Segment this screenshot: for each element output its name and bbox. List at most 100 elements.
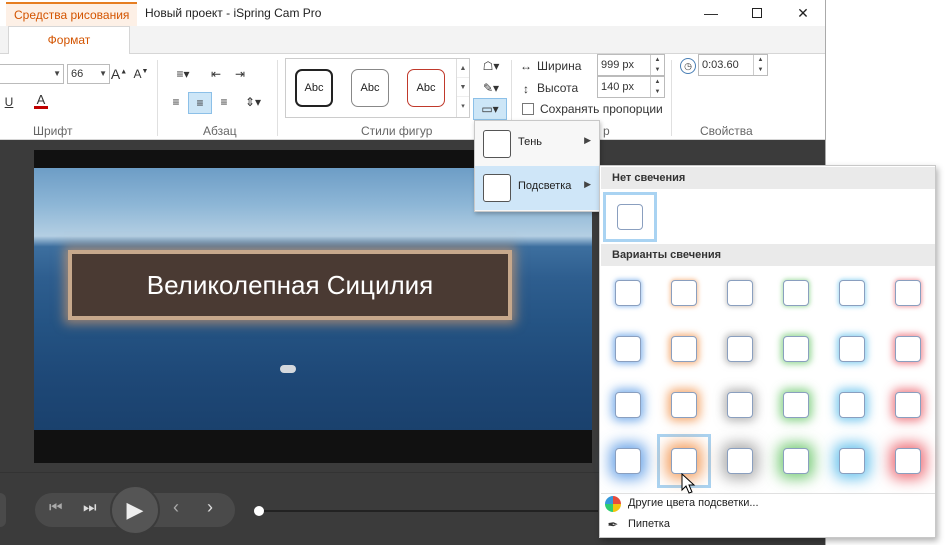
glow-variant-option[interactable] <box>769 266 823 320</box>
glow-swatch-icon <box>483 174 511 202</box>
align-right-button[interactable]: ≡ <box>214 92 234 112</box>
align-right-icon: ≡ <box>220 95 228 109</box>
glow-variant-option[interactable] <box>881 434 935 488</box>
menu-item-shadow[interactable]: Тень ▶ <box>475 122 599 166</box>
spin-down-icon[interactable]: ▼ <box>651 87 664 97</box>
eyedropper-icon: ✒ <box>607 517 619 532</box>
shape-style-1[interactable]: Abc <box>295 69 333 107</box>
font-size-combo[interactable]: 66 ▼ <box>67 64 110 84</box>
next-frame-icon[interactable]: › <box>207 497 213 518</box>
ribbon: ▼ 66 ▼ A▲ A▼ U A Шрифт ≡▾ ⇤ ⇥ ≡ ≡ ≡ ⇕▾ Аб… <box>0 54 825 140</box>
glow-variant-option[interactable] <box>601 322 655 376</box>
outline-button[interactable]: ✎▾ <box>476 78 506 98</box>
gallery-down-button[interactable]: ▼ <box>457 78 469 97</box>
glow-swatch <box>615 336 641 362</box>
increase-indent-icon: ⇥ <box>234 67 246 81</box>
width-spinner[interactable]: 999 px ▲ ▼ <box>597 54 665 76</box>
progress-knob[interactable] <box>254 506 264 516</box>
glow-variant-option[interactable] <box>713 378 767 432</box>
height-value: 140 px <box>601 81 635 93</box>
bullets-icon: ≡▾ <box>176 67 190 81</box>
glow-variant-option[interactable] <box>881 378 935 432</box>
glow-variant-option[interactable] <box>769 322 823 376</box>
minimize-button[interactable]: — <box>688 0 734 26</box>
glow-variant-option[interactable] <box>825 266 879 320</box>
eyedropper-item[interactable]: ✒ Пипетка <box>601 514 935 536</box>
glow-variant-option[interactable] <box>881 266 935 320</box>
effects-button[interactable]: ▭▾ <box>473 98 507 120</box>
skip-start-icon[interactable]: ⏮ <box>49 499 63 516</box>
caption-text-box[interactable]: Великолепная Сицилия <box>68 250 512 320</box>
glow-variant-option[interactable] <box>825 378 879 432</box>
glow-swatch <box>727 280 753 306</box>
gallery-more-button[interactable]: ▾ <box>457 97 469 116</box>
decrease-indent-button[interactable]: ⇤ <box>206 64 226 84</box>
shape-style-2[interactable]: Abc <box>351 69 389 107</box>
prev-frame-icon[interactable]: ‹ <box>173 497 179 518</box>
shrink-font-button[interactable]: A▼ <box>132 64 150 84</box>
fill-button[interactable]: ☖▾ <box>476 56 506 76</box>
glow-variant-option[interactable] <box>657 378 711 432</box>
grow-font-button[interactable]: A▲ <box>110 64 128 84</box>
glow-swatch <box>615 392 641 418</box>
glow-variant-option[interactable] <box>713 434 767 488</box>
height-spinner[interactable]: 140 px ▲ ▼ <box>597 76 665 98</box>
underline-button[interactable]: U <box>2 92 16 112</box>
glow-variant-option[interactable] <box>601 378 655 432</box>
glow-swatch <box>671 280 697 306</box>
glow-variant-option[interactable] <box>769 378 823 432</box>
time-spinner[interactable]: 0:03.60 ▲ ▼ <box>698 54 768 76</box>
progress-bar[interactable] <box>254 506 598 516</box>
font-color-button[interactable]: A <box>28 90 54 112</box>
spin-up-icon[interactable]: ▲ <box>754 55 767 65</box>
more-glow-colors-item[interactable]: Другие цвета подсветки... <box>601 493 935 515</box>
glow-variant-option[interactable] <box>601 266 655 320</box>
glow-variant-option[interactable] <box>769 434 823 488</box>
no-glow-header: Нет свечения <box>601 167 935 189</box>
close-button[interactable]: ✕ <box>780 0 825 26</box>
glow-swatch <box>783 448 809 474</box>
chevron-down-icon: ▼ <box>99 69 107 78</box>
gallery-scroll: ▲ ▼ ▾ <box>456 59 469 117</box>
align-left-button[interactable]: ≡ <box>166 92 186 112</box>
paint-bucket-icon: ☖▾ <box>482 59 500 73</box>
gallery-up-button[interactable]: ▲ <box>457 59 469 78</box>
time-value: 0:03.60 <box>702 59 739 71</box>
underline-icon: U <box>4 95 14 109</box>
no-glow-swatch <box>617 204 643 230</box>
glow-variant-option[interactable] <box>657 322 711 376</box>
line-spacing-button[interactable]: ⇕▾ <box>240 92 266 112</box>
skip-end-icon[interactable]: ⏭ <box>83 499 97 516</box>
no-glow-option[interactable] <box>603 192 657 242</box>
spin-up-icon[interactable]: ▲ <box>651 55 664 65</box>
maximize-button[interactable] <box>734 0 780 26</box>
glow-variant-option[interactable] <box>825 322 879 376</box>
increase-indent-button[interactable]: ⇥ <box>230 64 250 84</box>
chevron-down-icon: ▼ <box>53 69 61 78</box>
glow-variant-option[interactable] <box>713 322 767 376</box>
clock-icon: ◷ <box>680 58 696 74</box>
tab-format[interactable]: Формат <box>8 26 130 55</box>
keep-ratio-checkbox[interactable] <box>522 103 534 115</box>
play-button[interactable]: ▶ <box>110 485 160 535</box>
glow-variant-option[interactable] <box>825 434 879 488</box>
separator <box>671 60 672 136</box>
spin-up-icon[interactable]: ▲ <box>651 77 664 87</box>
menu-item-glow[interactable]: Подсветка ▶ <box>475 166 599 210</box>
font-name-combo[interactable]: ▼ <box>0 64 64 84</box>
shape-style-3[interactable]: Abc <box>407 69 445 107</box>
align-center-button[interactable]: ≡ <box>188 92 212 114</box>
spin-down-icon[interactable]: ▼ <box>651 65 664 75</box>
glow-variant-option[interactable] <box>657 266 711 320</box>
context-tab-drawing-tools[interactable]: Средства рисования <box>6 2 138 26</box>
bullets-button[interactable]: ≡▾ <box>168 64 198 84</box>
font-size-value: 66 <box>71 68 84 80</box>
glow-variant-option[interactable] <box>601 434 655 488</box>
mouse-cursor-icon <box>681 473 696 494</box>
spin-down-icon[interactable]: ▼ <box>754 65 767 75</box>
width-label: Ширина <box>537 59 582 73</box>
group-label-font: Шрифт <box>33 124 73 138</box>
glow-variant-option[interactable] <box>881 322 935 376</box>
glow-variant-option[interactable] <box>713 266 767 320</box>
glow-swatch <box>895 280 921 306</box>
